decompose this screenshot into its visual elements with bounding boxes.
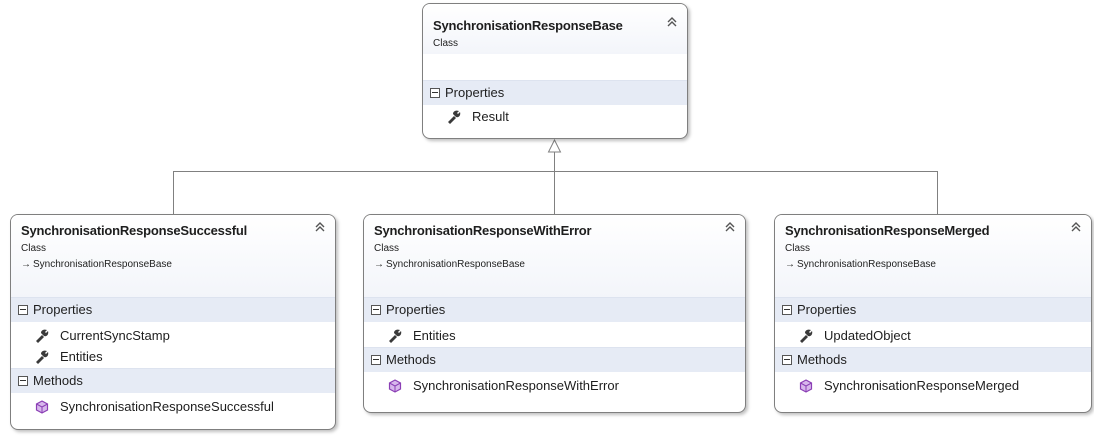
section-label: Methods [797, 352, 847, 367]
double-chevron-up-icon[interactable] [724, 221, 736, 236]
property-item[interactable]: CurrentSyncStamp [11, 322, 335, 347]
inherits-arrow-icon: → [374, 259, 384, 270]
class-name: SynchronisationResponseSuccessful [21, 223, 248, 238]
method-name: SynchronisationResponseSuccessful [60, 399, 274, 414]
method-name: SynchronisationResponseMerged [824, 378, 1020, 393]
class-kind: Class [21, 243, 47, 254]
double-chevron-up-icon[interactable] [1070, 221, 1082, 236]
base-class-reference: → SynchronisationResponseBase [374, 259, 735, 270]
method-item[interactable]: SynchronisationResponseMerged [775, 372, 1091, 397]
method-name: SynchronisationResponseWithError [413, 378, 619, 393]
class-header: SynchronisationResponseWithError Class →… [364, 215, 745, 297]
method-cube-icon [799, 378, 813, 393]
property-item[interactable]: Entities [11, 347, 335, 368]
section-label: Properties [386, 302, 446, 317]
property-item[interactable]: Result [423, 105, 687, 128]
double-chevron-up-icon [725, 222, 735, 232]
collapse-minus-icon[interactable] [371, 304, 381, 315]
wrench-icon [36, 329, 49, 343]
wrench-icon [800, 329, 813, 343]
base-class-name: SynchronisationResponseBase [797, 259, 936, 270]
class-box-base[interactable]: SynchronisationResponseBase Class Proper… [422, 3, 688, 139]
collapse-minus-icon[interactable] [782, 304, 792, 315]
property-name: Entities [60, 349, 103, 364]
collapse-minus-icon[interactable] [18, 304, 28, 315]
double-chevron-up-icon [315, 222, 325, 232]
double-chevron-up-icon [1071, 222, 1081, 232]
class-kind: Class [374, 243, 400, 254]
inheritance-arrowhead [547, 138, 562, 153]
section-label: Properties [797, 302, 857, 317]
property-item[interactable]: UpdatedObject [775, 322, 1091, 347]
class-name: SynchronisationResponseWithError [374, 223, 592, 238]
class-box-with-error[interactable]: SynchronisationResponseWithError Class →… [363, 214, 746, 413]
section-label: Methods [386, 352, 436, 367]
wrench-icon [36, 350, 49, 364]
collapse-minus-icon[interactable] [430, 87, 440, 98]
class-name: SynchronisationResponseBase [433, 18, 623, 33]
class-header: SynchronisationResponseMerged Class → Syn… [775, 215, 1091, 297]
class-name: SynchronisationResponseMerged [785, 223, 990, 238]
property-name: Entities [413, 328, 456, 343]
property-name: UpdatedObject [824, 328, 911, 343]
section-methods[interactable]: Methods [775, 347, 1091, 372]
property-name: CurrentSyncStamp [60, 328, 170, 343]
method-item[interactable]: SynchronisationResponseSuccessful [11, 393, 335, 418]
class-header: SynchronisationResponseBase Class [423, 4, 687, 54]
section-label: Properties [445, 85, 505, 100]
wrench-icon [389, 329, 402, 343]
inherits-arrow-icon: → [785, 259, 795, 270]
base-class-reference: → SynchronisationResponseBase [21, 259, 325, 270]
method-cube-icon [35, 399, 49, 414]
method-item[interactable]: SynchronisationResponseWithError [364, 372, 745, 397]
class-header: SynchronisationResponseSuccessful Class … [11, 215, 335, 297]
collapse-minus-icon[interactable] [371, 354, 381, 365]
double-chevron-up-icon[interactable] [314, 221, 326, 236]
base-class-name: SynchronisationResponseBase [33, 259, 172, 270]
section-properties[interactable]: Properties [423, 80, 687, 105]
section-label: Methods [33, 373, 83, 388]
base-class-name: SynchronisationResponseBase [386, 259, 525, 270]
wrench-icon [448, 110, 461, 124]
class-kind: Class [433, 38, 459, 49]
section-properties[interactable]: Properties [11, 297, 335, 322]
method-cube-icon [388, 378, 402, 393]
section-label: Properties [33, 302, 93, 317]
double-chevron-up-icon[interactable] [666, 16, 678, 31]
section-properties[interactable]: Properties [364, 297, 745, 322]
double-chevron-up-icon [667, 17, 677, 27]
inherits-arrow-icon: → [21, 259, 31, 270]
collapse-minus-icon[interactable] [782, 354, 792, 365]
class-box-merged[interactable]: SynchronisationResponseMerged Class → Syn… [774, 214, 1092, 413]
section-properties[interactable]: Properties [775, 297, 1091, 322]
collapse-minus-icon[interactable] [18, 375, 28, 386]
section-methods[interactable]: Methods [11, 368, 335, 393]
section-methods[interactable]: Methods [364, 347, 745, 372]
base-class-reference: → SynchronisationResponseBase [785, 259, 1081, 270]
class-box-successful[interactable]: SynchronisationResponseSuccessful Class … [10, 214, 336, 430]
class-kind: Class [785, 243, 811, 254]
property-item[interactable]: Entities [364, 322, 745, 347]
property-name: Result [472, 109, 509, 124]
